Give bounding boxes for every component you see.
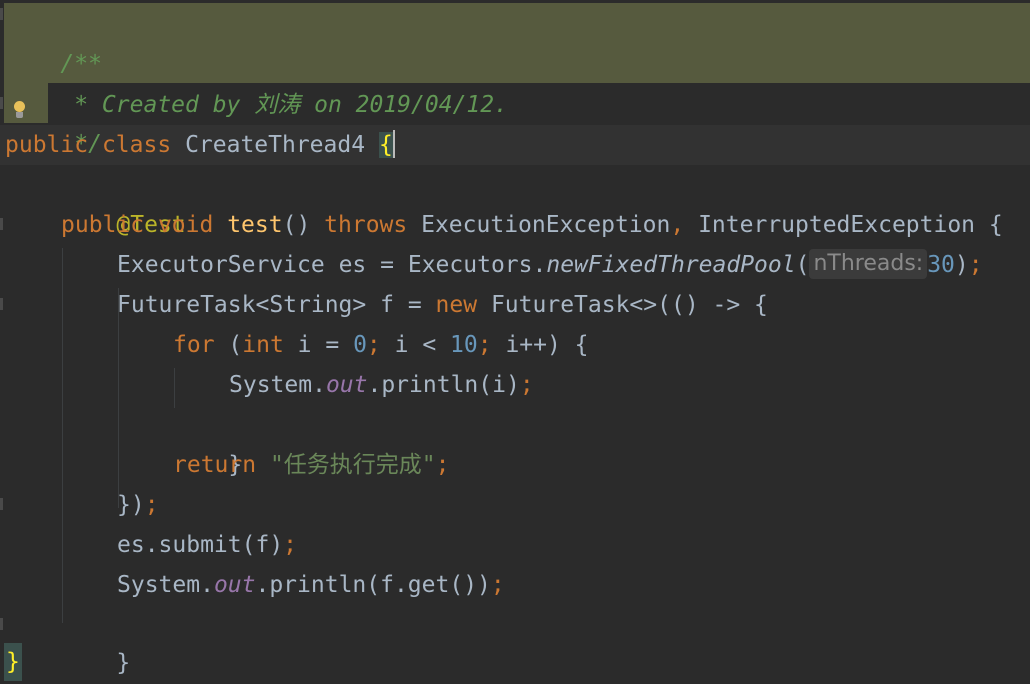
method-call-new-fixed-thread-pool: newFixedThreadPool — [546, 252, 796, 278]
code-line[interactable]: es.submit(f); — [117, 525, 1030, 565]
open-paren: ( — [795, 252, 810, 278]
code-line[interactable]: */ — [5, 84, 1030, 157]
static-field-out: out — [213, 572, 256, 598]
type-future-task: FutureTask<String> — [117, 292, 367, 318]
lambda-close: }) — [117, 492, 145, 518]
number-literal: 10 — [450, 332, 478, 358]
keyword-return: return — [173, 452, 257, 478]
text-cursor — [392, 129, 395, 158]
method-parens: () — [282, 212, 311, 238]
loop-init: i = — [297, 332, 354, 358]
type-executor-service: ExecutorService — [117, 252, 325, 278]
fold-marker[interactable] — [0, 8, 3, 20]
constructor-call: FutureTask<>(() -> { — [490, 292, 768, 318]
code-line[interactable]: System.out.println(i); — [229, 365, 1030, 405]
variable-es: es — [338, 252, 367, 278]
code-editor[interactable]: /** * Created by 刘涛 on 2019/04/12. */ pu… — [0, 0, 1030, 684]
keyword-public: public — [5, 132, 89, 158]
number-literal: 30 — [927, 252, 955, 278]
semicolon: ; — [477, 332, 492, 358]
exception-type: ExecutionException — [421, 212, 671, 238]
code-line[interactable]: } — [173, 405, 1030, 478]
semicolon: ; — [144, 492, 159, 518]
method-open-brace: { — [988, 212, 1003, 238]
executors-receiver: Executors. — [407, 252, 547, 278]
loop-increment: i++) { — [491, 332, 589, 358]
exception-type: InterruptedException — [698, 212, 976, 238]
open-paren: ( — [228, 332, 243, 358]
code-line[interactable]: public class CreateThread4 { — [5, 125, 1030, 165]
keyword-new: new — [435, 292, 478, 318]
code-line[interactable]: }); — [117, 485, 1030, 525]
code-line[interactable]: /** — [5, 4, 1030, 77]
close-paren: ) — [954, 252, 969, 278]
println-call: .println(f.get()) — [255, 572, 491, 598]
code-line[interactable]: * Created by 刘涛 on 2019/04/12. — [5, 45, 1030, 118]
semicolon: ; — [519, 372, 534, 398]
code-line[interactable]: System.out.println(f.get()); — [117, 565, 1030, 605]
indent-guide — [62, 248, 63, 623]
comma: , — [670, 212, 685, 238]
class-open-brace: { — [378, 132, 393, 158]
indent-guide — [174, 368, 175, 408]
class-name: CreateThread4 — [185, 132, 366, 158]
semicolon: ; — [435, 452, 450, 478]
keyword-for: for — [173, 332, 215, 358]
code-line[interactable]: @Test — [61, 165, 1030, 238]
code-line[interactable]: for (int i = 0; i < 10; i++) { — [173, 325, 1030, 365]
semicolon: ; — [968, 252, 983, 278]
println-call: .println(i) — [367, 372, 520, 398]
code-line[interactable]: FutureTask<String> f = new FutureTask<>(… — [117, 285, 1030, 325]
static-field-out: out — [325, 372, 368, 398]
assign-operator: = — [380, 252, 394, 278]
fold-marker[interactable] — [0, 218, 3, 230]
keyword-int: int — [242, 332, 284, 358]
system-receiver: System. — [117, 572, 214, 598]
code-line[interactable]: public void test() throws ExecutionExcep… — [61, 205, 1030, 245]
semicolon: ; — [283, 532, 298, 558]
method-close-brace: } — [116, 650, 131, 676]
keyword-class: class — [101, 132, 172, 158]
keyword-void: void — [157, 212, 214, 238]
fold-marker[interactable] — [0, 498, 3, 510]
keyword-public: public — [61, 212, 145, 238]
fold-marker[interactable] — [0, 97, 3, 109]
parameter-hint: nThreads: — [809, 248, 928, 279]
variable-f: f — [380, 292, 394, 318]
fold-marker[interactable] — [0, 618, 3, 630]
semicolon: ; — [490, 572, 505, 598]
submit-call: es.submit(f) — [117, 532, 284, 558]
assign-operator: = — [407, 292, 422, 318]
code-line[interactable]: return "任务执行完成"; — [173, 445, 1030, 485]
semicolon: ; — [366, 332, 381, 358]
method-name: test — [227, 212, 283, 238]
number-literal: 0 — [353, 332, 367, 358]
class-close-brace: } — [4, 643, 22, 681]
string-literal: "任务执行完成" — [269, 452, 436, 478]
loop-condition: i < — [380, 332, 451, 358]
fold-marker[interactable] — [0, 298, 3, 310]
code-line[interactable]: ExecutorService es = Executors.newFixedT… — [117, 245, 1030, 285]
keyword-throws: throws — [324, 212, 408, 238]
system-receiver: System. — [229, 372, 326, 398]
code-line[interactable]: } — [61, 603, 1030, 676]
